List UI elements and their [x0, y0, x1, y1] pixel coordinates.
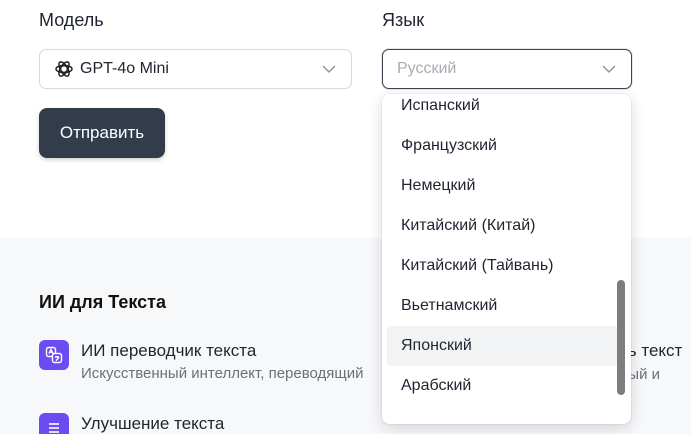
language-dropdown: Испанский Французский Немецкий Китайский…: [382, 94, 631, 424]
tool-improve[interactable]: Улучшение текста: [39, 413, 399, 434]
language-option[interactable]: Вьетнамский: [387, 286, 618, 326]
tool-translator[interactable]: ИИ переводчик текста Искусственный интел…: [39, 340, 399, 388]
language-option[interactable]: Китайский (Китай): [387, 206, 618, 246]
tool-title: Улучшение текста: [81, 414, 225, 433]
dropdown-scrollbar[interactable]: [617, 280, 625, 395]
chevron-down-icon: [601, 61, 617, 77]
language-option[interactable]: Арабский: [387, 366, 618, 406]
language-option-highlighted[interactable]: Японский: [387, 326, 618, 366]
translate-icon: [39, 340, 69, 370]
language-placeholder: Русский: [397, 60, 457, 77]
page: Модель Язык GPT-4o Mini Русский Отправит…: [0, 0, 691, 434]
language-option[interactable]: Испанский: [387, 94, 618, 126]
section-heading: ИИ для Текста: [39, 292, 166, 312]
submit-button[interactable]: Отправить: [39, 108, 165, 158]
model-label: Модель: [39, 10, 104, 30]
tool-description: Искусственный интеллект, переводящий: [81, 365, 364, 382]
model-select[interactable]: GPT-4o Mini: [39, 49, 352, 89]
model-value: GPT-4o Mini: [80, 60, 169, 77]
chevron-down-icon: [321, 61, 337, 77]
list-icon: [39, 413, 69, 434]
openai-icon: [53, 59, 74, 80]
language-label: Язык: [382, 10, 425, 30]
tool-title: ИИ переводчик текста: [81, 341, 257, 360]
language-select[interactable]: Русский: [382, 49, 632, 89]
language-option[interactable]: Китайский (Тайвань): [387, 246, 618, 286]
language-option[interactable]: Немецкий: [387, 166, 618, 206]
language-option[interactable]: Французский: [387, 126, 618, 166]
